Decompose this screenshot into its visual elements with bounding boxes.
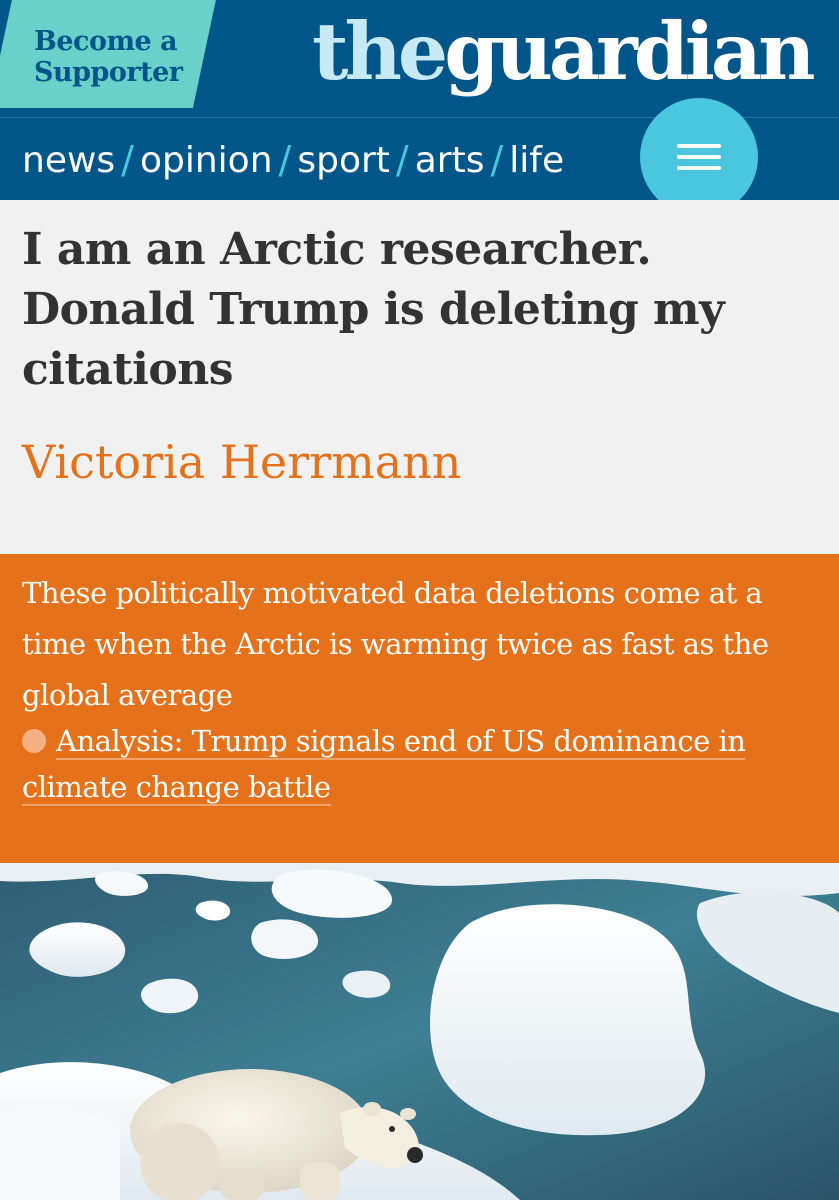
article-headline: I am an Arctic researcher. Donald Trump … — [22, 224, 725, 395]
nav-separator: / — [490, 138, 504, 182]
standfirst-section: These politically motivated data deletio… — [0, 554, 839, 863]
nav-item-opinion[interactable]: opinion — [140, 140, 273, 181]
related-article-link[interactable]: Analysis: Trump signals end of US domina… — [22, 724, 746, 806]
hero-image — [0, 863, 839, 1200]
nav-separator: / — [278, 138, 292, 182]
polar-bear-photo — [0, 863, 839, 1200]
nav-item-arts[interactable]: arts — [415, 140, 485, 181]
bullet-dot-icon — [22, 729, 46, 753]
logo-the: the — [312, 5, 448, 98]
section-nav: news / opinion / sport / arts / life — [22, 136, 564, 184]
menu-button[interactable] — [640, 98, 758, 200]
hamburger-menu-icon — [677, 166, 721, 170]
nav-item-news[interactable]: news — [22, 140, 115, 181]
hamburger-menu-icon — [677, 155, 721, 159]
site-header: Become a Supporter theguardian news / op… — [0, 0, 839, 200]
become-supporter-label[interactable]: Become a Supporter — [34, 26, 204, 88]
article-byline[interactable]: Victoria Herrmann — [22, 432, 822, 492]
nav-separator: / — [395, 138, 409, 182]
related-article: Analysis: Trump signals end of US domina… — [22, 718, 802, 810]
nav-separator: / — [121, 138, 134, 182]
article-standfirst: These politically motivated data deletio… — [22, 576, 769, 712]
nav-item-life[interactable]: life — [509, 140, 564, 181]
logo-guardian: guardian — [444, 5, 815, 98]
hamburger-menu-icon — [677, 144, 721, 148]
headline-section: I am an Arctic researcher. Donald Trump … — [0, 200, 839, 554]
guardian-logo[interactable]: theguardian — [312, 2, 822, 112]
nav-item-sport[interactable]: sport — [297, 140, 390, 181]
